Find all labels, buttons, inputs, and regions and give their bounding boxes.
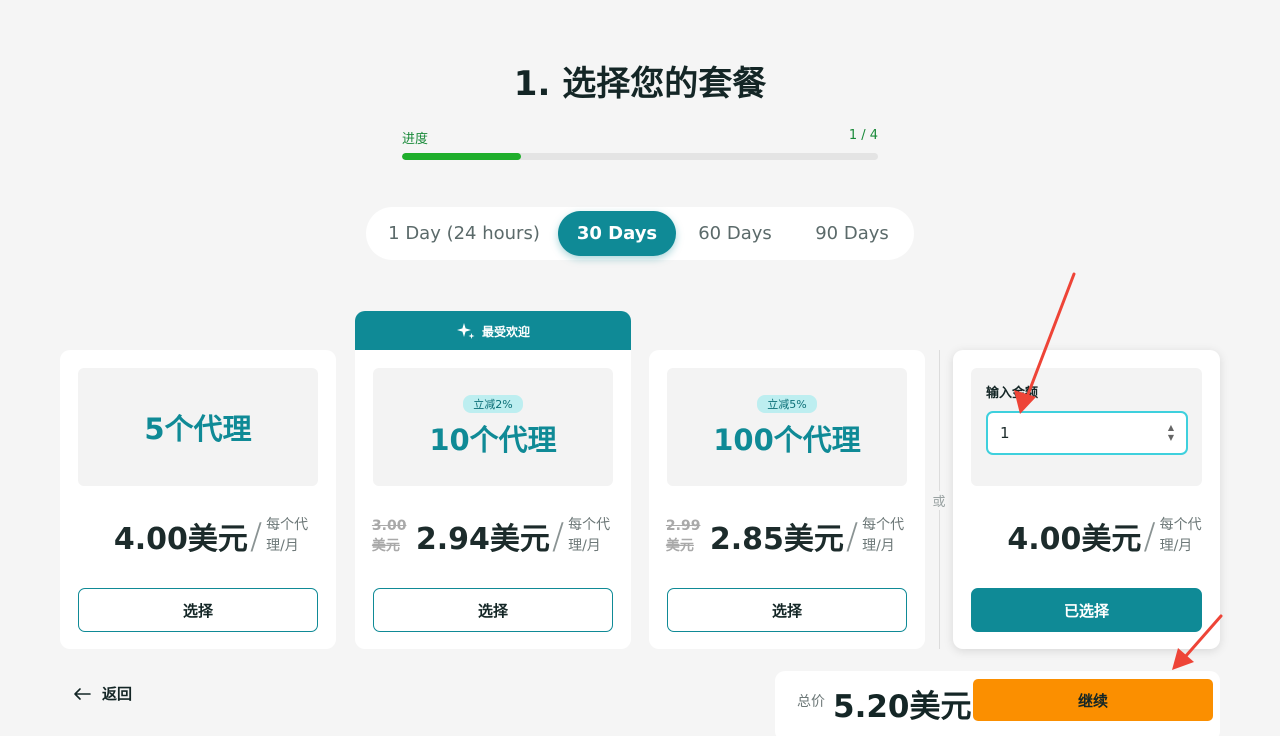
price-row: 3.00美元 2.94美元 / 每个代理/月 bbox=[355, 514, 631, 558]
amount-input-label: 输入金额 bbox=[986, 386, 1039, 401]
old-price: 3.00美元 bbox=[371, 518, 407, 554]
page-title: 1. 选择您的套餐 bbox=[513, 64, 767, 104]
plan-name-box: 5个代理 bbox=[78, 368, 318, 486]
sparkle-icon bbox=[456, 323, 475, 339]
continue-button[interactable]: 继续 bbox=[973, 679, 1213, 721]
tab-30-days[interactable]: 30 Days bbox=[558, 211, 676, 256]
plan-name: 10个代理 bbox=[429, 423, 557, 457]
custom-input-box: 输入金额 1 ▲ ▼ bbox=[971, 368, 1202, 486]
plan-price: 2.85美元 bbox=[709, 522, 844, 557]
total-value: 5.20美元 bbox=[833, 689, 972, 725]
price-unit: 每个代理/月 bbox=[862, 517, 905, 554]
plan-card-5: 5个代理 4.00美元 / 每个代理/月 选择 bbox=[60, 350, 336, 649]
progress-bar bbox=[402, 153, 878, 160]
price-unit: 每个代理/月 bbox=[568, 517, 611, 554]
price-slash: / bbox=[551, 515, 565, 557]
discount-badge: 立减2% bbox=[463, 395, 523, 413]
plan-name-box: 立减5% 100个代理 bbox=[667, 368, 907, 486]
plan-card-10: 立减2% 10个代理 3.00美元 2.94美元 / 每个代理/月 选择 bbox=[355, 350, 631, 649]
custom-amount-card: 输入金额 1 ▲ ▼ 4.00美元 / 每个代理/月 已选择 bbox=[953, 350, 1220, 649]
old-price: 2.99美元 bbox=[665, 518, 701, 554]
plan-price: 4.00美元 bbox=[113, 522, 248, 557]
price-slash: / bbox=[249, 515, 263, 557]
price-slash: / bbox=[845, 515, 859, 557]
progress-section: 进度 1 / 4 bbox=[402, 128, 878, 160]
duration-tabs: 1 Day (24 hours) 30 Days 60 Days 90 Days bbox=[366, 207, 914, 260]
price-row: 2.99美元 2.85美元 / 每个代理/月 bbox=[649, 514, 925, 558]
price-unit: 每个代理/月 bbox=[266, 517, 309, 554]
increment-icon[interactable]: ▲ bbox=[1168, 424, 1174, 432]
popular-banner: 最受欢迎 bbox=[355, 311, 631, 351]
total-bar: 总价 5.20美元 继续 bbox=[775, 671, 1220, 736]
price-row: 4.00美元 / 每个代理/月 bbox=[60, 514, 336, 558]
price-slash: / bbox=[1143, 515, 1156, 557]
tab-1-day[interactable]: 1 Day (24 hours) bbox=[370, 211, 558, 256]
arrow-left-icon bbox=[74, 687, 91, 700]
progress-label: 进度 bbox=[402, 132, 429, 147]
plan-price: 2.94美元 bbox=[415, 522, 550, 557]
progress-step-text: 1 / 4 bbox=[848, 128, 878, 143]
popular-label: 最受欢迎 bbox=[481, 324, 530, 339]
tab-60-days[interactable]: 60 Days bbox=[676, 211, 794, 256]
select-button-100[interactable]: 选择 bbox=[667, 588, 907, 632]
back-label: 返回 bbox=[102, 685, 133, 703]
price-unit: 每个代理/月 bbox=[1159, 517, 1202, 554]
plan-name: 100个代理 bbox=[713, 423, 861, 457]
select-button-10[interactable]: 选择 bbox=[373, 588, 613, 632]
amount-input-value: 1 bbox=[1000, 424, 1010, 442]
or-label: 或 bbox=[929, 491, 949, 510]
plan-name-box: 立减2% 10个代理 bbox=[373, 368, 613, 486]
amount-input[interactable]: 1 ▲ ▼ bbox=[986, 411, 1188, 455]
discount-badge: 立减5% bbox=[757, 395, 817, 413]
plan-card-100: 立减5% 100个代理 2.99美元 2.85美元 / 每个代理/月 选择 bbox=[649, 350, 925, 649]
amount-stepper[interactable]: ▲ ▼ bbox=[1168, 424, 1174, 442]
total-label: 总价 bbox=[797, 694, 825, 710]
select-button-5[interactable]: 选择 bbox=[78, 588, 318, 632]
custom-price: 4.00美元 bbox=[1007, 522, 1142, 557]
plan-name: 5个代理 bbox=[144, 412, 252, 446]
progress-bar-fill bbox=[402, 153, 521, 160]
back-button[interactable]: 返回 bbox=[72, 683, 132, 704]
decrement-icon[interactable]: ▼ bbox=[1168, 434, 1174, 442]
price-row: 4.00美元 / 每个代理/月 bbox=[953, 514, 1220, 558]
tab-90-days[interactable]: 90 Days bbox=[794, 211, 910, 256]
selected-button[interactable]: 已选择 bbox=[971, 588, 1202, 632]
